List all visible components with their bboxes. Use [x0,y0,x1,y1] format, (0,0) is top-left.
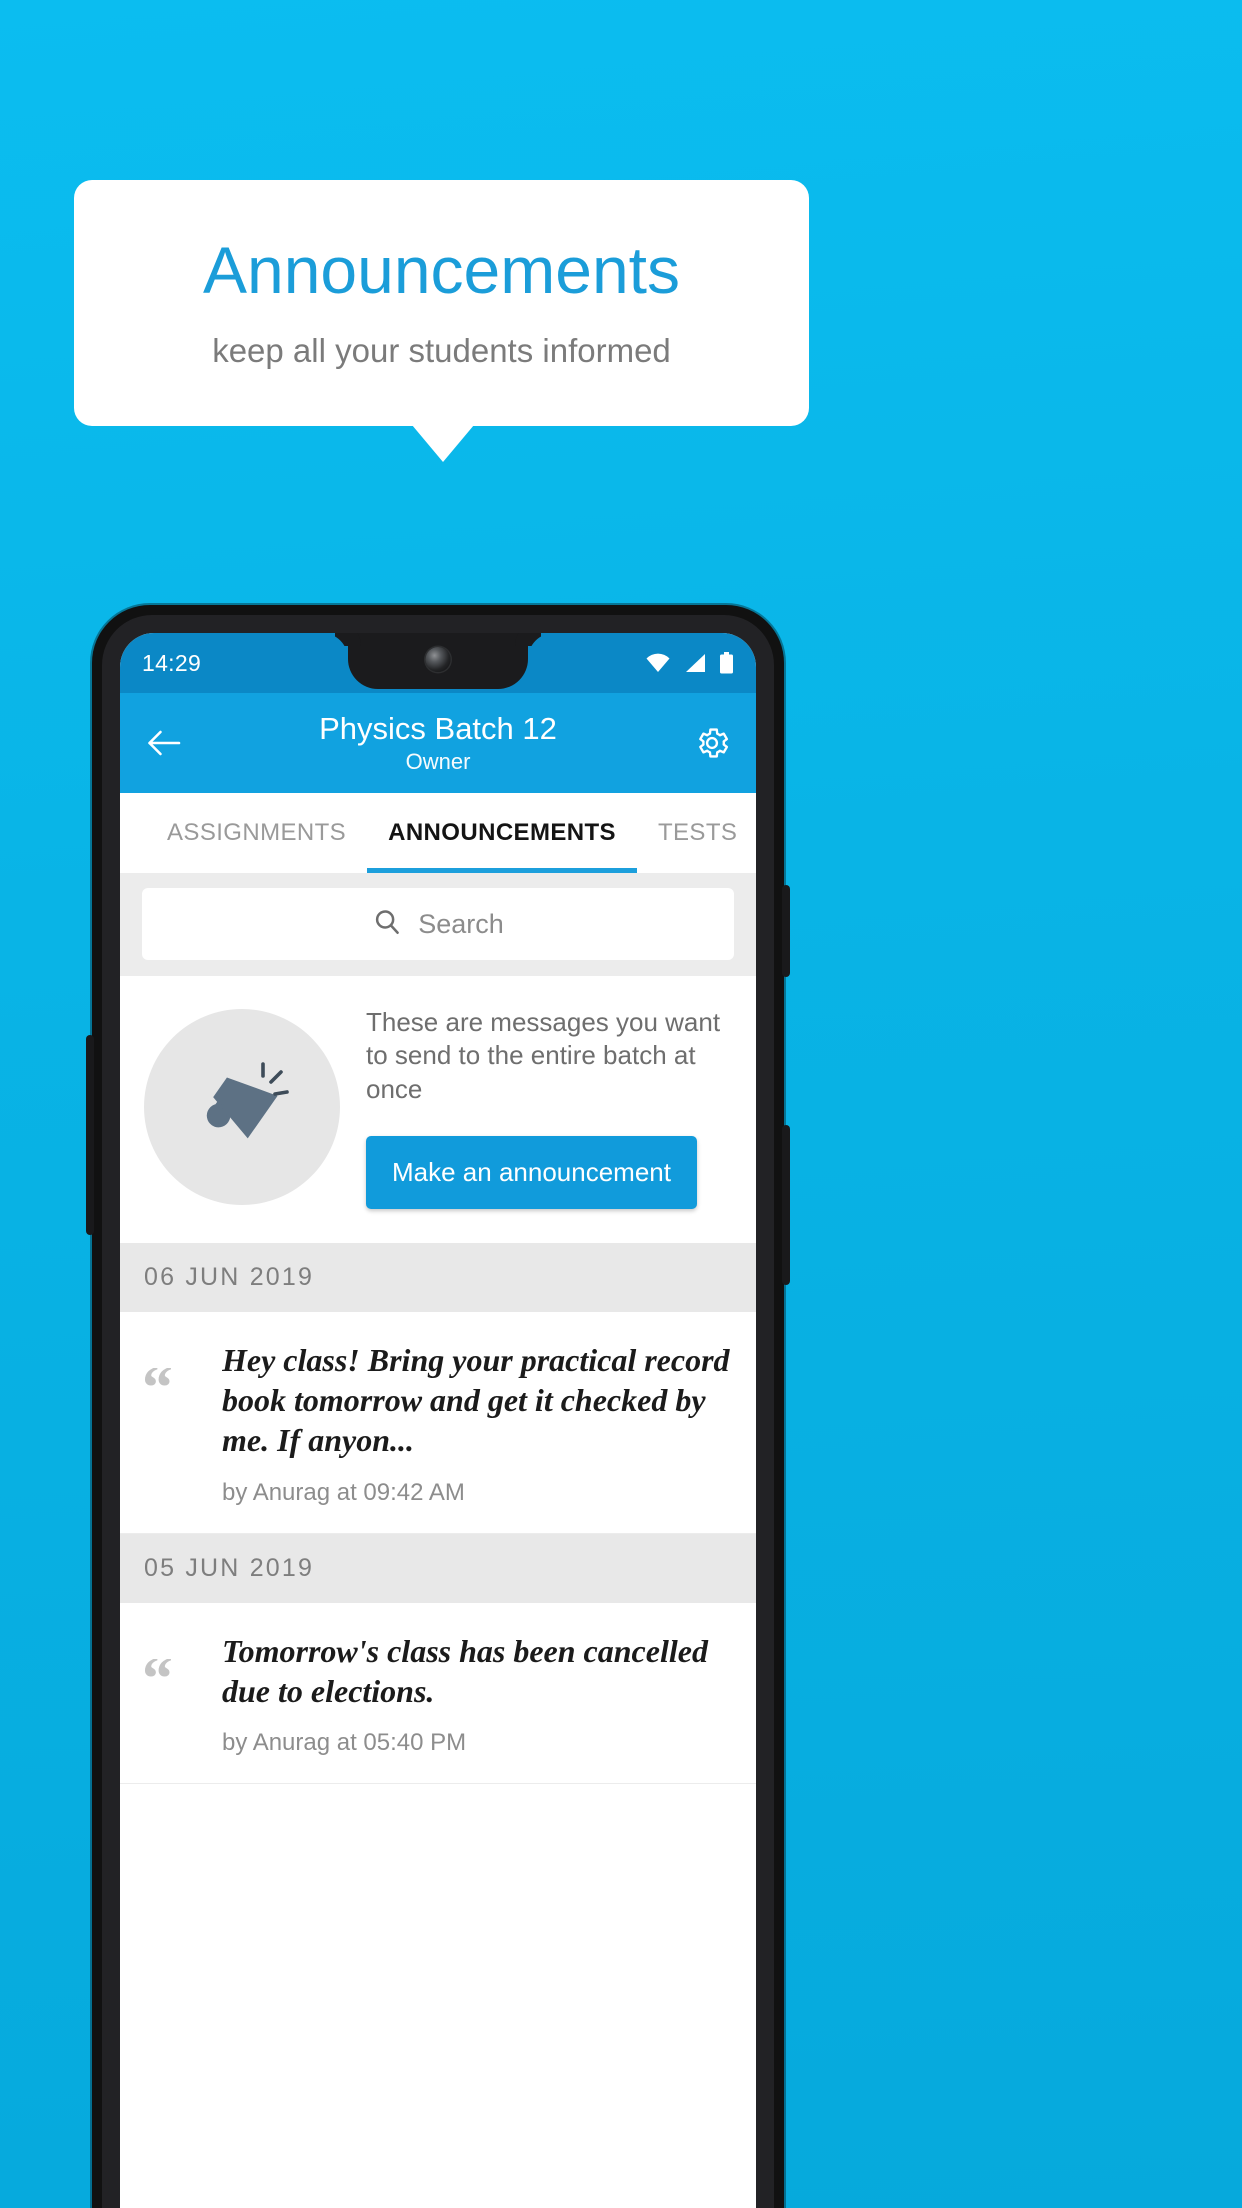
page-title: Physics Batch 12 [319,711,557,746]
tab-tests[interactable]: TESTS [637,793,756,873]
svg-text:“: “ [142,1659,173,1703]
gear-icon [699,728,729,758]
arrow-left-icon [148,730,181,756]
quote-icon: “ [142,1631,204,1713]
phone-screen: 14:29 Physics Batch 12 Owner ASSIGNMENTS… [120,633,756,2208]
settings-button[interactable] [690,724,734,762]
back-button[interactable] [142,728,186,758]
promo-card: Announcements keep all your students inf… [74,180,809,426]
promo-page: Announcements keep all your students inf… [0,0,1242,2208]
status-time: 14:29 [142,649,202,676]
app-bar-titles: Physics Batch 12 Owner [186,713,690,773]
power-button[interactable] [782,885,790,977]
promo-bubble-tail [412,425,474,462]
status-icons [645,652,734,674]
tab-announcements[interactable]: ANNOUNCEMENTS [367,793,637,873]
announcement-meta: by Anurag at 09:42 AM [222,1478,465,1506]
page-subtitle: Owner [405,749,471,774]
cellular-signal-icon [684,653,706,673]
search-icon [372,907,402,942]
promo-subtitle: keep all your students informed [212,331,671,369]
make-announcement-button[interactable]: Make an announcement [366,1135,697,1209]
announcement-body: Hey class! Bring your practical record b… [222,1340,730,1507]
megaphone-icon-circle [144,1009,340,1206]
announcement-meta: by Anurag at 05:40 PM [222,1729,467,1757]
announcement-body: Tomorrow's class has been cancelled due … [222,1631,730,1758]
phone-device: 14:29 Physics Batch 12 Owner ASSIGNMENTS… [86,605,790,2208]
tab-assignments[interactable]: ASSIGNMENTS [146,793,367,873]
battery-icon [719,652,734,674]
tab-bar: ASSIGNMENTS ANNOUNCEMENTS TESTS V [120,793,756,873]
search-input[interactable]: Search [142,888,734,960]
date-header: 05 JUN 2019 [120,1533,756,1603]
announcement-item[interactable]: “ Hey class! Bring your practical record… [120,1311,756,1534]
empty-state-right: These are messages you want to send to t… [366,1006,732,1209]
front-camera-icon [425,647,451,672]
announcement-text: Hey class! Bring your practical record b… [222,1341,730,1459]
search-container: Search [120,873,756,976]
megaphone-icon [206,1062,289,1139]
announcement-item[interactable]: “ Tomorrow's class has been cancelled du… [120,1602,756,1785]
volume-button[interactable] [782,1125,790,1285]
wifi-icon [645,653,671,673]
phone-notch [348,633,528,689]
date-header: 06 JUN 2019 [120,1242,756,1312]
assistant-button[interactable] [86,1035,94,1235]
search-placeholder: Search [418,908,504,939]
promo-title: Announcements [203,232,680,307]
app-bar: Physics Batch 12 Owner [120,693,756,793]
announcement-text: Tomorrow's class has been cancelled due … [222,1632,708,1710]
svg-text:“: “ [142,1368,173,1412]
empty-state-text: These are messages you want to send to t… [366,1007,721,1104]
quote-icon: “ [142,1340,204,1422]
empty-state-card: These are messages you want to send to t… [120,976,756,1243]
